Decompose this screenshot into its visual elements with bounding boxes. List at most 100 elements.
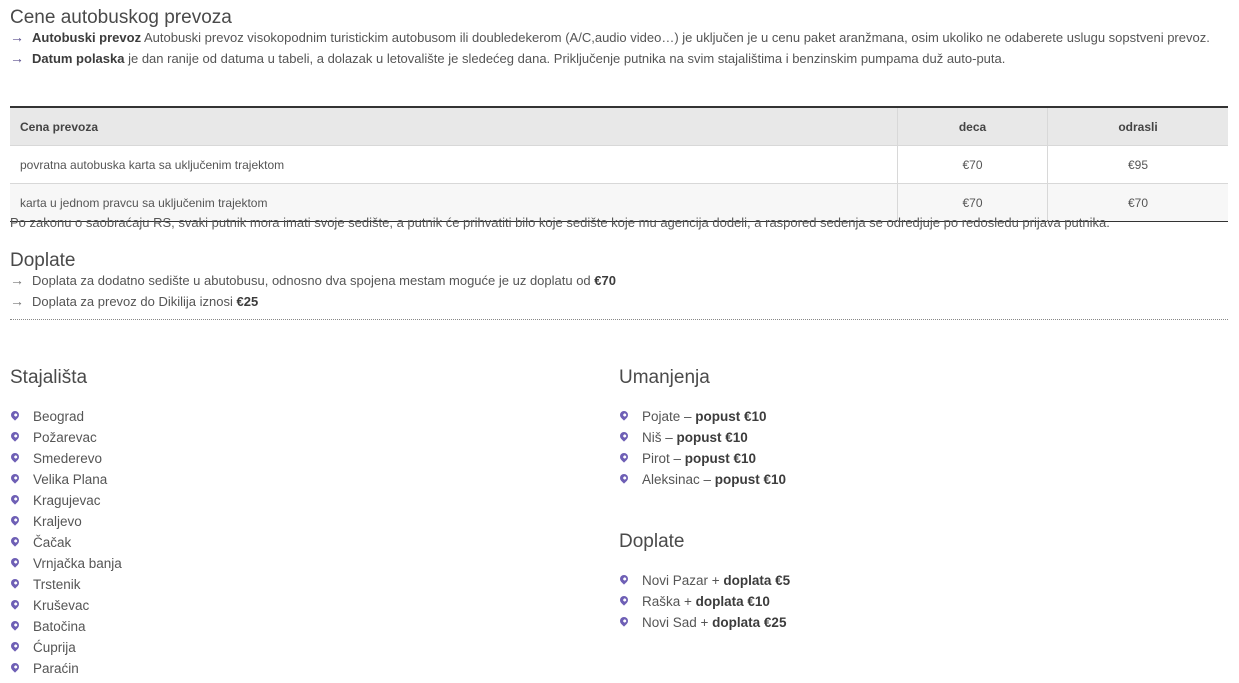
stop-name: Beograd <box>33 409 85 424</box>
map-pin-icon <box>9 598 21 610</box>
surcharge-label: doplata €25 <box>712 615 787 630</box>
umanjenja-list: Pojate – popust €10 Niš – popust €10 Pir… <box>618 406 787 490</box>
stop-name: Aleksinac – <box>642 472 715 487</box>
bullet-bold: €25 <box>236 294 259 309</box>
map-pin-icon <box>9 640 21 652</box>
stop-name: Novi Pazar + <box>642 573 724 588</box>
stop-name: Raška + <box>642 594 696 609</box>
map-pin-icon <box>9 619 21 631</box>
list-item: Paraćin <box>9 658 122 679</box>
stop-name: Paraćin <box>33 661 79 676</box>
list-item: Pojate – popust €10 <box>618 406 786 427</box>
table-header-row: Cena prevoza deca odrasli <box>10 107 1228 146</box>
list-item: Čačak <box>9 532 122 553</box>
column-header: odrasli <box>1047 107 1228 146</box>
map-pin-icon <box>618 472 630 484</box>
map-pin-icon <box>9 535 21 547</box>
stop-name: Batočina <box>33 619 86 634</box>
stop-name: Kraljevo <box>33 514 82 529</box>
doplate-title: Doplate <box>10 250 76 271</box>
discount-label: popust €10 <box>684 451 757 466</box>
stop-name: Niš – <box>642 430 677 445</box>
right-arrow-icon: → <box>10 50 24 66</box>
list-item: Požarevac <box>9 427 122 448</box>
discount-label: popust €10 <box>676 430 748 445</box>
map-pin-icon <box>9 514 21 526</box>
discount-label: popust €10 <box>714 472 787 487</box>
map-pin-icon <box>9 472 21 484</box>
map-pin-icon <box>618 573 630 585</box>
right-arrow-icon: → <box>10 293 24 309</box>
list-item: Raška + doplata €10 <box>618 591 790 612</box>
list-item: Trstenik <box>9 574 122 595</box>
list-item: → Doplata za prevoz do Dikilija iznosi €2… <box>10 291 616 312</box>
price-table: Cena prevoza deca odrasli povratna autob… <box>10 106 1228 222</box>
transport-bullets: → Autobuski prevoz Autobuski prevoz visok… <box>10 27 1210 69</box>
doplate-stops-title: Doplate <box>619 531 685 552</box>
map-pin-icon <box>618 409 630 421</box>
map-pin-icon <box>9 430 21 442</box>
list-item: → Autobuski prevoz Autobuski prevoz visok… <box>10 27 1210 48</box>
map-pin-icon <box>618 430 630 442</box>
map-pin-icon <box>618 615 630 627</box>
doplate-bullets: → Doplata za dodatno sedište u abutobusu,… <box>10 270 616 312</box>
bullet-text: je dan ranije od datuma u tabeli, a dola… <box>124 51 1006 66</box>
map-pin-icon <box>9 451 21 463</box>
table-cell: €95 <box>1047 145 1228 184</box>
list-item: Ćuprija <box>9 637 122 658</box>
right-arrow-icon: → <box>10 29 24 45</box>
list-item: → Datum polaska je dan ranije od datuma u… <box>10 48 1210 69</box>
map-pin-icon <box>9 409 21 421</box>
table-row: povratna autobuska karta sa uključenim t… <box>10 145 1228 184</box>
stop-name: Pojate – <box>642 409 696 424</box>
divider <box>10 319 1228 320</box>
right-arrow-icon: → <box>10 272 24 288</box>
list-item: Novi Pazar + doplata €5 <box>618 570 791 591</box>
stajalista-list: Beograd Požarevac Smederevo Velika Plana… <box>9 406 122 679</box>
stop-name: Vrnjačka banja <box>33 556 122 571</box>
stop-name: Čačak <box>33 535 72 550</box>
stop-name: Ćuprija <box>33 640 76 655</box>
map-pin-icon <box>9 577 21 589</box>
list-item: Kruševac <box>9 595 122 616</box>
stop-name: Požarevac <box>33 430 97 445</box>
map-pin-icon <box>9 661 21 673</box>
bullet-bold: €70 <box>594 273 616 288</box>
bullet-bold: Datum polaska <box>32 51 125 66</box>
list-item: Pirot – popust €10 <box>618 448 786 469</box>
stop-name: Smederevo <box>33 451 103 466</box>
stop-name: Novi Sad + <box>642 615 713 630</box>
bullet-text: Doplata za prevoz do Dikilija iznosi <box>32 294 237 309</box>
list-item: Batočina <box>9 616 122 637</box>
list-item: Smederevo <box>9 448 122 469</box>
stop-name: Velika Plana <box>33 472 108 487</box>
list-item: Aleksinac – popust €10 <box>618 469 787 490</box>
seating-note: Po zakonu o saobraćaju RS, svaki putnik … <box>10 215 1110 230</box>
map-pin-icon <box>9 493 21 505</box>
stop-name: Kruševac <box>33 598 90 613</box>
stop-name: Pirot – <box>642 451 685 466</box>
column-header: deca <box>897 107 1048 146</box>
surcharge-label: doplata €10 <box>695 594 770 609</box>
map-pin-icon <box>9 556 21 568</box>
table-cell: €70 <box>897 145 1048 184</box>
list-item: Novi Sad + doplata €25 <box>618 612 790 633</box>
bullet-text: Autobuski prevoz visokopodnim turisticki… <box>141 30 1210 45</box>
surcharge-label: doplata €5 <box>723 573 791 588</box>
discount-label: popust €10 <box>695 409 767 424</box>
transport-title: Cene autobuskog prevoza <box>10 7 232 28</box>
map-pin-icon <box>618 451 630 463</box>
list-item: → Doplata za dodatno sedište u abutobusu,… <box>10 270 616 291</box>
umanjenja-title: Umanjenja <box>619 367 710 388</box>
stop-name: Trstenik <box>33 577 81 592</box>
list-item: Beograd <box>9 406 122 427</box>
bullet-bold: Autobuski prevoz <box>32 30 142 45</box>
list-item: Niš – popust €10 <box>618 427 786 448</box>
list-item: Vrnjačka banja <box>9 553 122 574</box>
table-cell: povratna autobuska karta sa uključenim t… <box>10 145 898 184</box>
doplate-stops-list: Novi Pazar + doplata €5 Raška + doplata … <box>618 570 791 633</box>
bullet-text: Doplata za dodatno sedište u abutobusu, … <box>32 273 595 288</box>
column-header: Cena prevoza <box>10 107 898 146</box>
list-item: Kraljevo <box>9 511 122 532</box>
stop-name: Kragujevac <box>33 493 101 508</box>
